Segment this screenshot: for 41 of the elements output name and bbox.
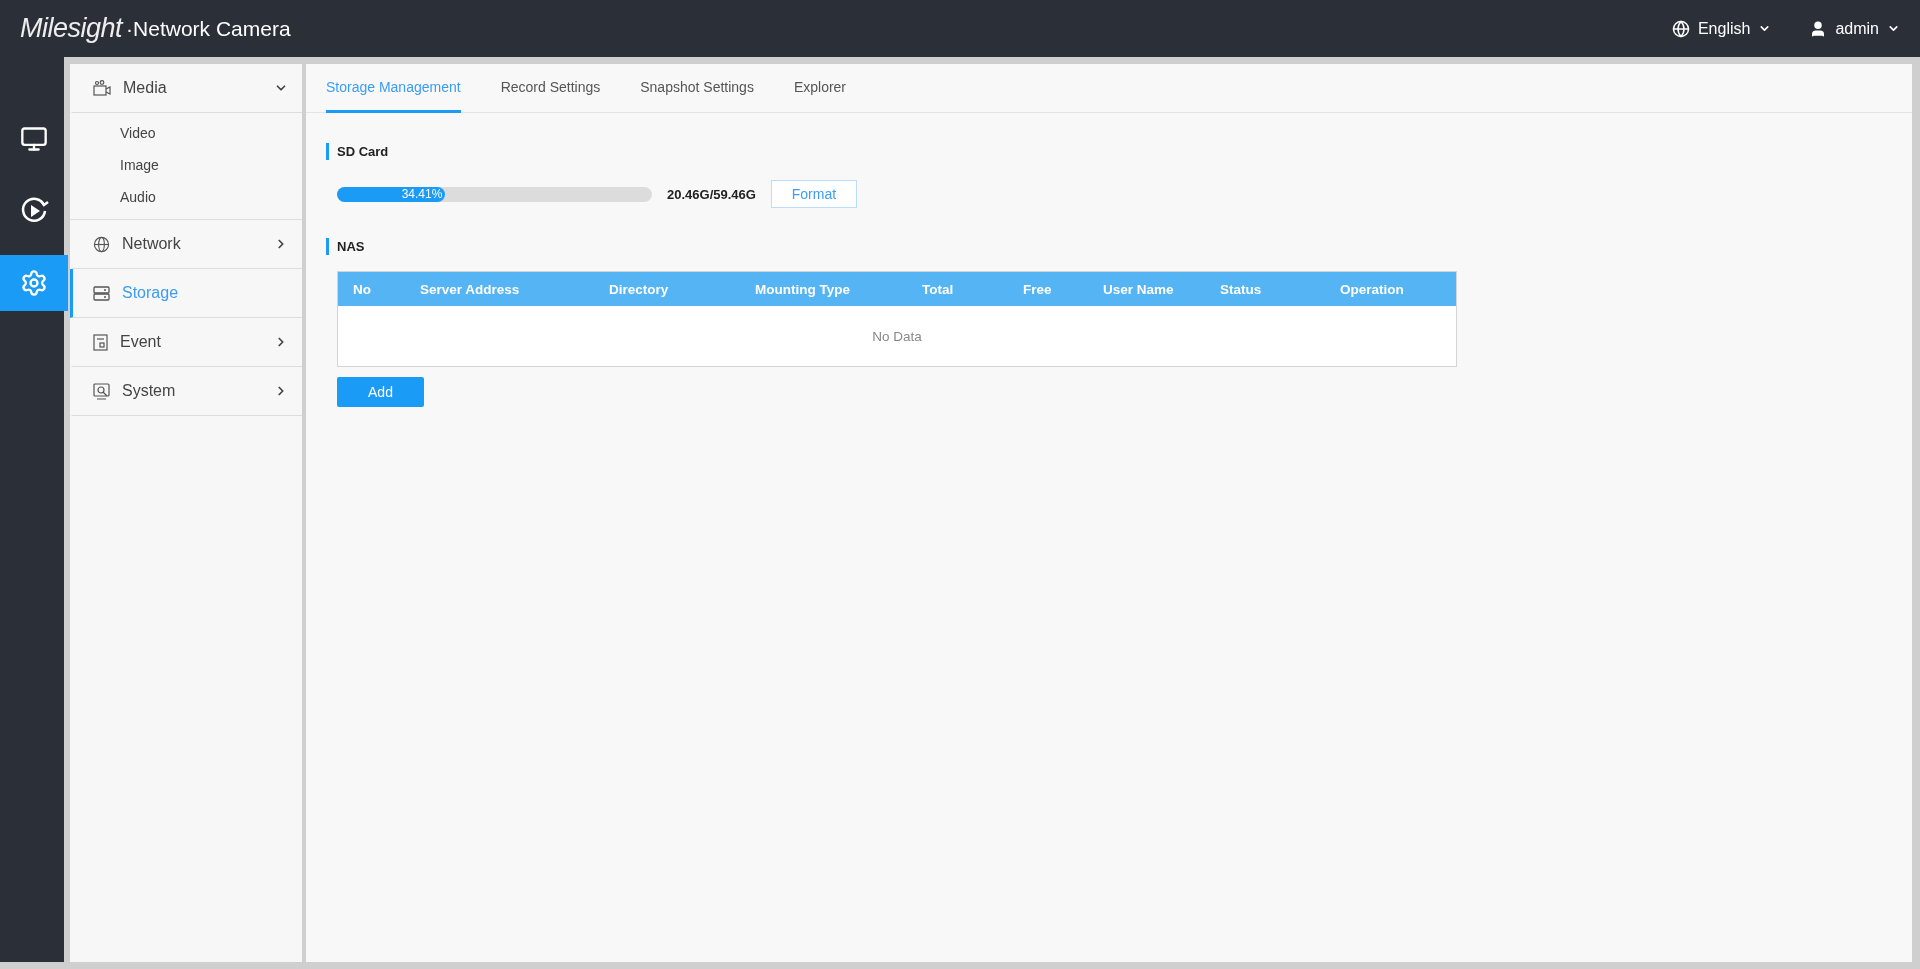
logo: Milesight — [20, 13, 123, 44]
section-title: NAS — [326, 238, 1892, 255]
column-header: No — [353, 281, 372, 297]
sidebar-subitem[interactable]: Video — [70, 117, 302, 149]
column-header: Directory — [609, 281, 670, 297]
sidebar-subitem[interactable]: Image — [70, 149, 302, 181]
globe-icon — [1671, 19, 1690, 38]
column-header: Status — [1220, 281, 1263, 297]
settings-icon — [20, 269, 48, 297]
column-header: Operation — [1340, 281, 1405, 297]
percent-label: 34.41% — [401, 187, 444, 201]
sidebar-label: Media — [123, 79, 168, 97]
sidebar-label: Network — [122, 235, 182, 253]
user-menu[interactable]: admin — [1809, 19, 1900, 38]
sidebar-item[interactable]: Network — [70, 220, 302, 269]
camera-icon — [93, 80, 111, 96]
sidebar-label: Event — [120, 333, 162, 351]
sidebar-item[interactable]: System — [70, 367, 302, 416]
column-header: Mounting Type — [755, 281, 851, 297]
tab[interactable]: Snapshot Settings — [640, 64, 754, 113]
monitor-icon — [93, 382, 110, 400]
capacity-text: 20.46G/59.46G — [667, 186, 756, 202]
column-header: User Name — [1103, 281, 1175, 297]
globe-icon — [93, 235, 110, 253]
sidebar-label: System — [122, 382, 177, 400]
tab[interactable]: Explorer — [793, 64, 847, 113]
sidebar-item[interactable]: Media — [70, 64, 302, 113]
monitor-icon — [20, 125, 48, 153]
column-header: Free — [1023, 281, 1053, 297]
product-title: ·Network Camera — [126, 16, 291, 41]
document-icon — [93, 333, 108, 351]
sidebar-label: Storage — [122, 284, 180, 302]
server-icon — [93, 285, 110, 301]
column-header: Server Address — [420, 281, 521, 297]
language-menu[interactable]: English — [1671, 19, 1772, 38]
sidebar-item[interactable]: Event — [70, 318, 302, 367]
tab[interactable]: Record Settings — [500, 64, 601, 113]
section-title: SD Card — [326, 143, 1892, 160]
column-header: Total — [922, 281, 955, 297]
empty-text: No Data — [871, 327, 923, 346]
sidebar-subitem[interactable]: Audio — [70, 181, 302, 213]
